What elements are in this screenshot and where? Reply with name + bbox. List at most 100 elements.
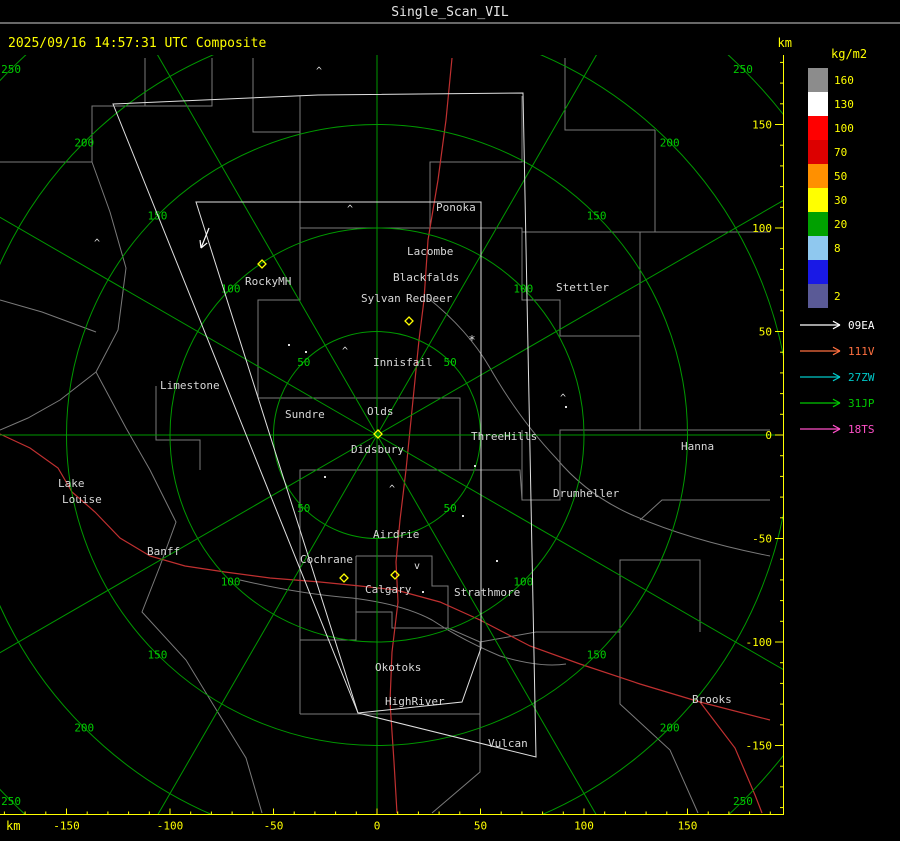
storm-track-legend: 09EA 111V 27ZW 31JP 18TS	[800, 319, 875, 436]
range-label: 250	[733, 795, 753, 808]
bottom-axis: -150 -100 -50 0 50 100 150	[0, 808, 784, 833]
bottom-axis-label: 50	[474, 820, 487, 833]
azimuth-spoke	[0, 434, 378, 654]
azimuth-spoke	[157, 434, 378, 815]
city-label: Banff	[147, 545, 180, 558]
city-label: Calgary	[365, 583, 412, 596]
boundary-line	[521, 336, 641, 501]
colorbar-value: 30	[834, 194, 847, 207]
range-label: 100	[221, 575, 241, 588]
range-label: 150	[587, 649, 607, 662]
radar-site-icon	[404, 316, 414, 326]
boundary-line	[252, 58, 300, 133]
bottom-axis-label: -100	[157, 820, 184, 833]
town-markers: ^ ^ ^ ^ ^ ^ v *	[94, 66, 567, 593]
town-caret-marker: ^	[316, 66, 322, 77]
range-label: 50	[444, 502, 457, 515]
radar-site-icon	[390, 570, 400, 580]
town-caret-marker: ^	[342, 346, 348, 357]
city-label: Strathmore	[454, 586, 520, 599]
scan-outline	[112, 92, 537, 758]
right-axis-label: 100	[752, 222, 772, 235]
range-label: 150	[587, 209, 607, 222]
colorbar-value: 2	[834, 290, 841, 303]
bottom-axis-label: -150	[53, 820, 80, 833]
town-dot-marker	[324, 476, 326, 478]
city-label: Limestone	[160, 379, 220, 392]
range-label: 200	[660, 136, 680, 149]
range-label: 50	[297, 356, 310, 369]
town-caret-marker: ^	[347, 204, 353, 215]
colorbar-swatch	[808, 260, 828, 284]
storm-track-arrow-icon	[199, 239, 202, 249]
colorbar-swatch	[808, 92, 828, 116]
track-id-label: 18TS	[848, 423, 875, 436]
colorbar-unit: kg/m2	[831, 47, 867, 61]
city-label: Vulcan	[488, 737, 528, 750]
range-label: 50	[444, 356, 457, 369]
radar-site-icon	[339, 573, 349, 583]
track-id-label: 111V	[848, 345, 875, 358]
town-caret-marker: ^	[94, 238, 100, 249]
right-axis-unit: km	[778, 36, 792, 50]
boundary-line	[299, 96, 523, 229]
boundary-line	[564, 58, 655, 131]
town-caret-marker: ^	[560, 393, 566, 404]
city-label: Lacombe	[407, 245, 453, 258]
boundary-line	[431, 714, 481, 814]
city-label: RockyMH	[245, 275, 291, 288]
boundary-line	[619, 559, 701, 632]
colorbar-swatch	[808, 164, 828, 188]
bottom-axis-unit: km	[6, 819, 20, 833]
right-axis-label: 150	[752, 119, 772, 132]
right-axis-label: -50	[752, 533, 772, 546]
range-label: 200	[74, 136, 94, 149]
colorbar-swatch	[808, 212, 828, 236]
city-label: Stettler	[556, 281, 609, 294]
city-labels: Ponoka Lacombe Blackfalds Sylvan RedDeer Stet…	[58, 201, 732, 750]
boundary-line	[145, 58, 213, 107]
track-id-label: 31JP	[848, 397, 875, 410]
boundary-line	[427, 297, 771, 557]
right-axis-label: 0	[765, 429, 772, 442]
boundary-line	[0, 299, 97, 333]
azimuth-spoke	[157, 55, 378, 436]
colorbar-swatch	[808, 116, 828, 140]
radar-app-window: Single_Scan_VIL 2025/09/16 14:57:31 UTC …	[0, 0, 900, 841]
town-dot-marker	[462, 515, 464, 517]
colorbar-swatch	[808, 236, 828, 260]
window-title: Single_Scan_VIL	[391, 5, 509, 20]
city-label: Drumheller	[553, 487, 620, 500]
bottom-axis-label: 0	[374, 820, 381, 833]
city-label: RedDeer	[406, 292, 453, 305]
range-label: 250	[733, 63, 753, 76]
city-label: Ponoka	[436, 201, 476, 214]
range-label: 150	[148, 649, 168, 662]
track-id-label: 09EA	[848, 319, 875, 332]
range-label: 250	[1, 63, 21, 76]
range-label: 200	[660, 722, 680, 735]
highway-line	[0, 433, 771, 721]
town-caret-marker: ^	[389, 484, 395, 495]
town-dot-marker	[288, 344, 290, 346]
city-label: Airdrie	[373, 528, 419, 541]
city-label: Hanna	[681, 440, 714, 453]
bottom-axis-label: 100	[574, 820, 594, 833]
colorbar-swatch	[808, 284, 828, 308]
bottom-axis-label: 150	[678, 820, 698, 833]
boundary-line	[0, 371, 97, 431]
city-label: Olds	[367, 405, 394, 418]
vil-colorbar: 160 130 100 70 50 30 20 8 2	[808, 68, 854, 308]
range-label: 150	[148, 209, 168, 222]
city-label: Brooks	[692, 693, 732, 706]
city-label: ThreeHills	[471, 430, 537, 443]
city-label: Okotoks	[375, 661, 421, 674]
city-label: Didsbury	[351, 443, 404, 456]
bottom-axis-label: -50	[264, 820, 284, 833]
right-axis-label: -150	[746, 740, 773, 753]
city-label: Innisfail	[373, 356, 433, 369]
town-dot-marker	[305, 351, 307, 353]
city-label: Sundre	[285, 408, 325, 421]
scan-timestamp: 2025/09/16 14:57:31 UTC Composite	[8, 36, 266, 51]
colorbar-value: 20	[834, 218, 847, 231]
